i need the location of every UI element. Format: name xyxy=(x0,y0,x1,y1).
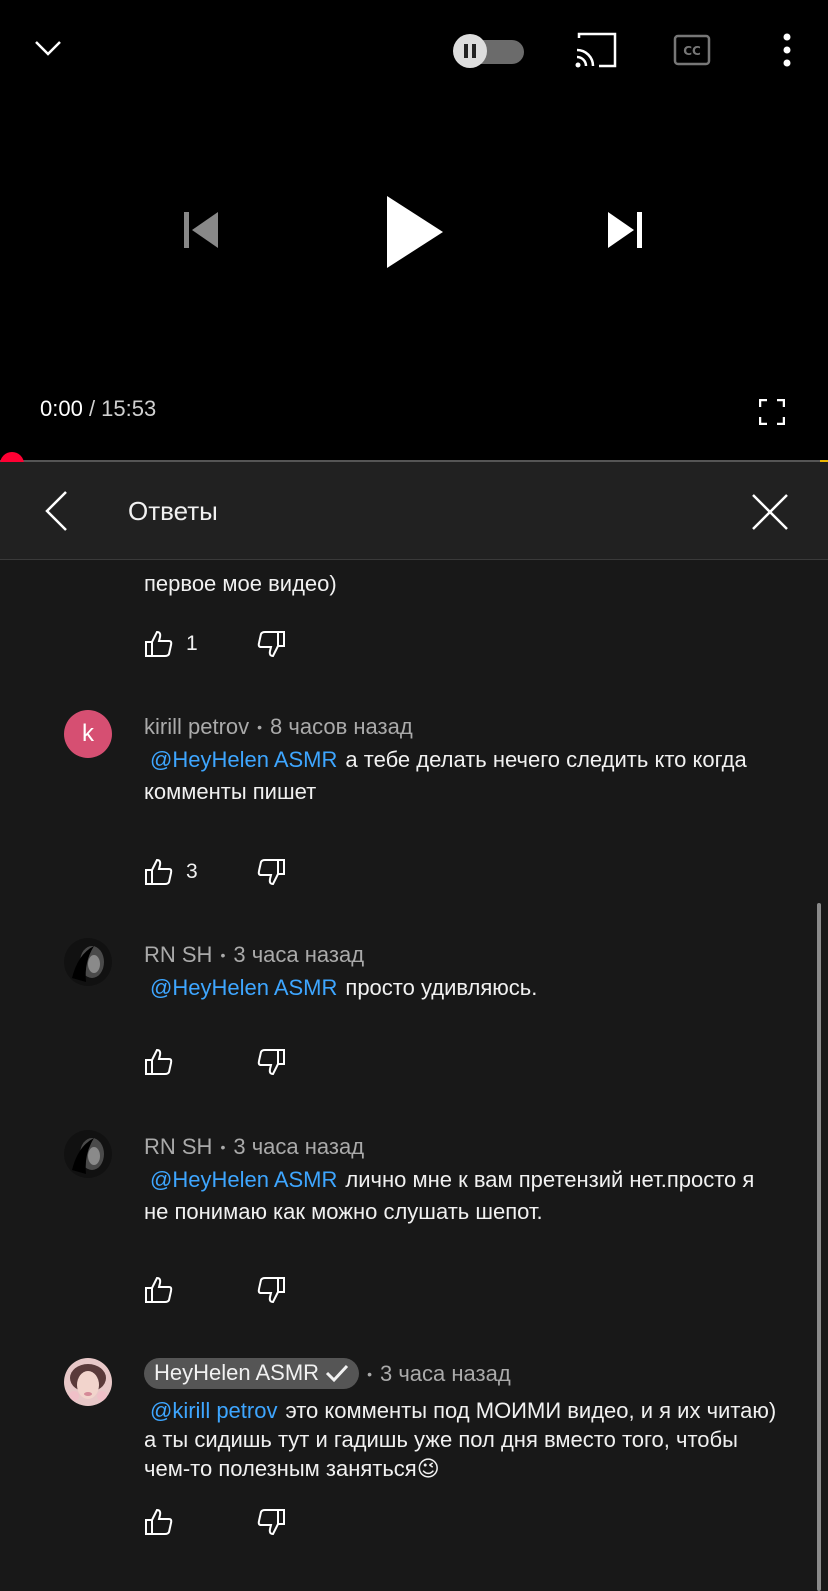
like-count: 1 xyxy=(186,632,198,655)
reply-meta: kirill petrov • 8 часов назад xyxy=(144,714,413,740)
author-name[interactable]: RN SH xyxy=(144,942,212,968)
profile-photo-icon xyxy=(64,938,112,986)
thumb-down-icon[interactable] xyxy=(256,1048,286,1076)
panel-title: Ответы xyxy=(128,496,218,526)
previous-icon[interactable] xyxy=(176,206,224,254)
reply-meta: HeyHelen ASMR • 3 часа назад xyxy=(144,1358,511,1389)
duration: / 15:53 xyxy=(88,396,157,421)
avatar[interactable] xyxy=(64,1130,112,1178)
reply-text: @HeyHelen ASMR просто удивляюсь. xyxy=(144,972,784,1004)
reply-actions: 1 xyxy=(144,624,286,664)
thumb-down-icon[interactable] xyxy=(256,1276,286,1304)
time-display: 0:00 / 15:53 xyxy=(40,396,156,422)
timestamp: 3 часа назад xyxy=(233,942,365,967)
author-name[interactable]: RN SH xyxy=(144,1134,212,1160)
video-player[interactable]: CC 0:00 / 15:53 xyxy=(0,0,828,462)
author-name[interactable]: kirill petrov xyxy=(144,714,249,740)
autoplay-toggle[interactable] xyxy=(450,34,526,68)
svg-text:CC: CC xyxy=(683,44,701,58)
thumb-up-icon xyxy=(145,630,173,657)
like-button[interactable]: 1 xyxy=(144,630,256,658)
verified-check-icon xyxy=(326,1364,349,1383)
avatar[interactable]: k xyxy=(64,710,112,758)
current-time: 0:00 xyxy=(40,396,83,421)
profile-photo-icon xyxy=(64,1130,112,1178)
reply-actions xyxy=(144,1270,286,1310)
close-icon[interactable] xyxy=(748,490,792,534)
like-button[interactable]: 3 xyxy=(144,858,256,886)
reply-text: @HeyHelen ASMR лично мне к вам претензий … xyxy=(144,1164,784,1228)
reply-meta: RN SH • 3 часа назад xyxy=(144,942,364,968)
like-button[interactable] xyxy=(144,1276,256,1304)
captions-icon[interactable]: CC xyxy=(672,32,712,68)
replies-header: Ответы xyxy=(0,462,828,560)
more-icon[interactable] xyxy=(774,30,800,70)
avatar[interactable] xyxy=(64,938,112,986)
mention-link[interactable]: @kirill petrov xyxy=(150,1398,277,1423)
like-button[interactable] xyxy=(144,1048,256,1076)
scrollbar[interactable] xyxy=(817,903,821,1591)
thumb-up-icon xyxy=(145,858,173,885)
thumb-up-icon xyxy=(145,1048,173,1075)
play-icon[interactable] xyxy=(374,190,454,274)
separator: • xyxy=(220,947,226,963)
timestamp: 3 часа назад xyxy=(233,1134,365,1159)
reply-actions xyxy=(144,1042,286,1082)
fullscreen-icon[interactable] xyxy=(756,396,788,428)
like-button[interactable] xyxy=(144,1508,256,1536)
thumb-down-icon[interactable] xyxy=(256,630,286,658)
mention-link[interactable]: @HeyHelen ASMR xyxy=(150,1167,337,1192)
reply-actions xyxy=(144,1502,286,1542)
avatar-letter: k xyxy=(82,720,94,747)
thumb-up-icon xyxy=(145,1276,173,1303)
reply-meta: RN SH • 3 часа назад xyxy=(144,1134,364,1160)
collapse-icon[interactable] xyxy=(30,30,66,66)
timestamp: 8 часов назад xyxy=(270,714,413,739)
author-name: HeyHelen ASMR xyxy=(154,1360,320,1385)
profile-photo-icon xyxy=(64,1358,112,1406)
separator: • xyxy=(220,1139,226,1155)
cast-icon[interactable] xyxy=(574,30,618,70)
reply-text: @HeyHelen ASMR а тебе делать нечего следи… xyxy=(144,744,784,808)
mention-link[interactable]: @HeyHelen ASMR xyxy=(150,975,337,1000)
reply-content: просто удивляюсь. xyxy=(345,975,538,1000)
reply-text-cut: первое мое видео) xyxy=(144,571,337,596)
like-count: 3 xyxy=(186,860,198,883)
thumb-up-icon xyxy=(145,1508,173,1535)
thumb-down-icon[interactable] xyxy=(256,1508,286,1536)
avatar[interactable] xyxy=(64,1358,112,1406)
separator: • xyxy=(257,719,263,735)
owner-badge[interactable]: HeyHelen ASMR xyxy=(144,1358,360,1389)
reply-text: @kirill petrov это комменты под МОИМИ вид… xyxy=(144,1396,784,1483)
reply-actions: 3 xyxy=(144,852,286,892)
replies-thread[interactable]: первое мое видео) 1 k kirill petrov • 8 … xyxy=(0,560,828,1591)
next-icon[interactable] xyxy=(602,206,650,254)
back-icon[interactable] xyxy=(36,486,76,536)
mention-link[interactable]: @HeyHelen ASMR xyxy=(150,747,337,772)
timestamp: 3 часа назад xyxy=(379,1360,511,1386)
thumb-down-icon[interactable] xyxy=(256,858,286,886)
separator: • xyxy=(367,1365,372,1382)
